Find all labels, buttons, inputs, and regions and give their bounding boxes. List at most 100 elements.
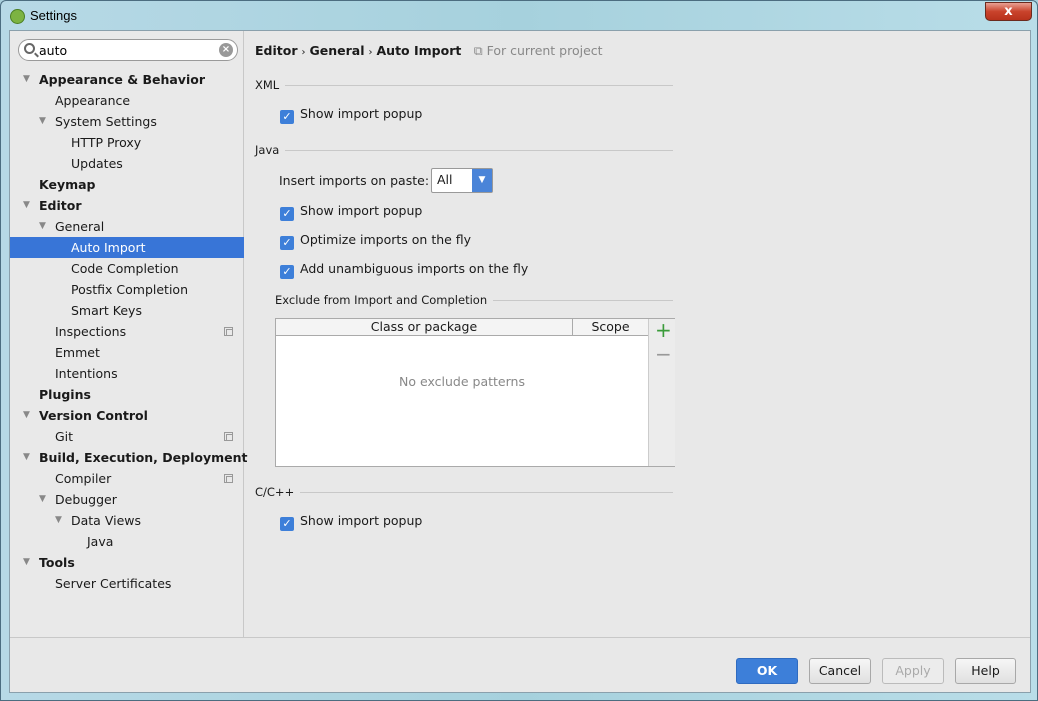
checkbox-checked-icon: ✓ — [280, 110, 294, 124]
window-title: Settings — [30, 8, 77, 23]
tree-item-label: Appearance — [55, 93, 131, 108]
breadcrumb-auto-import: Auto Import — [376, 43, 462, 58]
java-show-import-popup-checkbox[interactable]: ✓ Show import popup — [280, 202, 423, 221]
tree-item-label: Updates — [71, 156, 123, 171]
checkbox-label: Optimize imports on the fly — [300, 232, 472, 247]
tree-item-system-settings[interactable]: ▼ System Settings — [10, 111, 244, 132]
tree-item-label: Keymap — [39, 177, 96, 192]
cpp-show-import-popup-checkbox[interactable]: ✓ Show import popup — [280, 512, 423, 531]
tree-item-server-certificates[interactable]: Server Certificates — [10, 573, 244, 594]
tree-item-label: Plugins — [39, 387, 91, 402]
expand-arrow-icon[interactable]: ▼ — [23, 552, 30, 573]
cpp-title: C/C++ — [255, 485, 301, 499]
tree-item-label: General — [55, 219, 105, 234]
table-header: Class or package Scope — [276, 319, 674, 336]
project-level-icon — [224, 432, 233, 441]
tree-item-label: Postfix Completion — [71, 282, 188, 297]
search-field[interactable]: × — [18, 39, 238, 61]
table-toolbar: + − — [648, 319, 675, 466]
settings-tree: ▼ Appearance & Behavior Appearance ▼ System … — [10, 69, 247, 594]
tree-item-debugger[interactable]: ▼ Debugger — [10, 489, 244, 510]
cancel-button[interactable]: Cancel — [809, 658, 871, 684]
insert-imports-dropdown[interactable]: All ▼ — [431, 168, 493, 193]
column-scope[interactable]: Scope — [573, 319, 648, 335]
expand-arrow-icon[interactable]: ▼ — [23, 69, 30, 90]
tree-item-editor[interactable]: ▼ Editor — [10, 195, 244, 216]
dropdown-value: All — [437, 172, 453, 187]
expand-arrow-icon[interactable]: ▼ — [23, 405, 30, 426]
breadcrumb-editor: Editor — [255, 43, 298, 58]
tree-item-auto-import[interactable]: Auto Import — [10, 237, 244, 258]
apply-button[interactable]: Apply — [882, 658, 944, 684]
tree-item-emmet[interactable]: Emmet — [10, 342, 244, 363]
expand-arrow-icon[interactable]: ▼ — [39, 111, 46, 132]
tree-item-git[interactable]: Git — [10, 426, 244, 447]
tree-item-appearance-behavior[interactable]: ▼ Appearance & Behavior — [10, 69, 244, 90]
chevron-down-icon[interactable]: ▼ — [472, 169, 492, 192]
breadcrumb: Editor › General › Auto Import ⧉ For current… — [255, 43, 603, 59]
tree-item-appearance[interactable]: Appearance — [10, 90, 244, 111]
tree-item-label: Debugger — [55, 492, 117, 507]
tree-item-intentions[interactable]: Intentions — [10, 363, 244, 384]
tree-item-label: Intentions — [55, 366, 118, 381]
xml-title: XML — [255, 78, 286, 92]
ok-button[interactable]: OK — [736, 658, 798, 684]
tree-item-label: Smart Keys — [71, 303, 142, 318]
checkbox-label: Show import popup — [300, 513, 423, 528]
tree-item-postfix-completion[interactable]: Postfix Completion — [10, 279, 244, 300]
tree-item-keymap[interactable]: Keymap — [10, 174, 244, 195]
search-input[interactable] — [39, 42, 209, 58]
tree-item-compiler[interactable]: Compiler — [10, 468, 244, 489]
tree-item-label: System Settings — [55, 114, 157, 129]
tree-item-label: Server Certificates — [55, 576, 172, 591]
tree-item-updates[interactable]: Updates — [10, 153, 244, 174]
tree-item-tools[interactable]: ▼ Tools — [10, 552, 244, 573]
android-studio-icon — [10, 9, 25, 24]
expand-arrow-icon[interactable]: ▼ — [55, 510, 62, 531]
project-level-icon — [224, 327, 233, 336]
tree-item-build-execution-deployment[interactable]: ▼ Build, Execution, Deployment — [10, 447, 247, 468]
scope-text: For current project — [486, 43, 603, 58]
tree-item-inspections[interactable]: Inspections — [10, 321, 244, 342]
expand-arrow-icon[interactable]: ▼ — [39, 216, 46, 237]
optimize-imports-checkbox[interactable]: ✓ Optimize imports on the fly — [280, 231, 472, 250]
tree-item-version-control[interactable]: ▼ Version Control — [10, 405, 244, 426]
checkbox-label: Show import popup — [300, 106, 423, 121]
column-class-or-package[interactable]: Class or package — [276, 319, 573, 335]
expand-arrow-icon[interactable]: ▼ — [23, 447, 30, 468]
xml-section-header: XML — [255, 78, 673, 92]
xml-show-import-popup-checkbox[interactable]: ✓ Show import popup — [280, 105, 423, 124]
tree-item-label: Git — [55, 429, 74, 444]
tree-item-label: Appearance & Behavior — [39, 72, 205, 87]
expand-arrow-icon[interactable]: ▼ — [23, 195, 30, 216]
tree-item-smart-keys[interactable]: Smart Keys — [10, 300, 244, 321]
checkbox-checked-icon: ✓ — [280, 517, 294, 531]
tree-item-label: Auto Import — [71, 240, 146, 255]
tree-item-code-completion[interactable]: Code Completion — [10, 258, 244, 279]
exclude-table[interactable]: Class or package Scope No exclude patter… — [275, 318, 675, 467]
clear-search-icon[interactable]: × — [219, 43, 233, 57]
copy-icon: ⧉ — [473, 43, 487, 58]
tree-item-general[interactable]: ▼ General — [10, 216, 244, 237]
help-button[interactable]: Help — [955, 658, 1016, 684]
close-button[interactable]: x — [985, 2, 1032, 21]
tree-item-label: Version Control — [39, 408, 148, 423]
add-icon[interactable]: + — [655, 319, 672, 341]
search-icon — [24, 43, 35, 54]
tree-item-label: Data Views — [71, 513, 141, 528]
tree-item-data-views[interactable]: ▼ Data Views — [10, 510, 244, 531]
checkbox-label: Show import popup — [300, 203, 423, 218]
tree-item-label: Editor — [39, 198, 82, 213]
tree-item-java[interactable]: Java — [10, 531, 244, 552]
empty-table-text: No exclude patterns — [399, 374, 525, 389]
button-bar: OK Cancel Apply Help — [10, 637, 1030, 692]
checkbox-checked-icon: ✓ — [280, 236, 294, 250]
expand-arrow-icon[interactable]: ▼ — [39, 489, 46, 510]
tree-item-plugins[interactable]: Plugins — [10, 384, 244, 405]
add-unambiguous-imports-checkbox[interactable]: ✓ Add unambiguous imports on the fly — [280, 260, 529, 279]
settings-sidebar: × ▼ Appearance & Behavior Appearance ▼ Syste… — [10, 31, 247, 637]
java-section-header: Java — [255, 143, 673, 157]
checkbox-label: Add unambiguous imports on the fly — [300, 261, 529, 276]
tree-item-http-proxy[interactable]: HTTP Proxy — [10, 132, 244, 153]
remove-icon[interactable]: − — [655, 343, 672, 365]
